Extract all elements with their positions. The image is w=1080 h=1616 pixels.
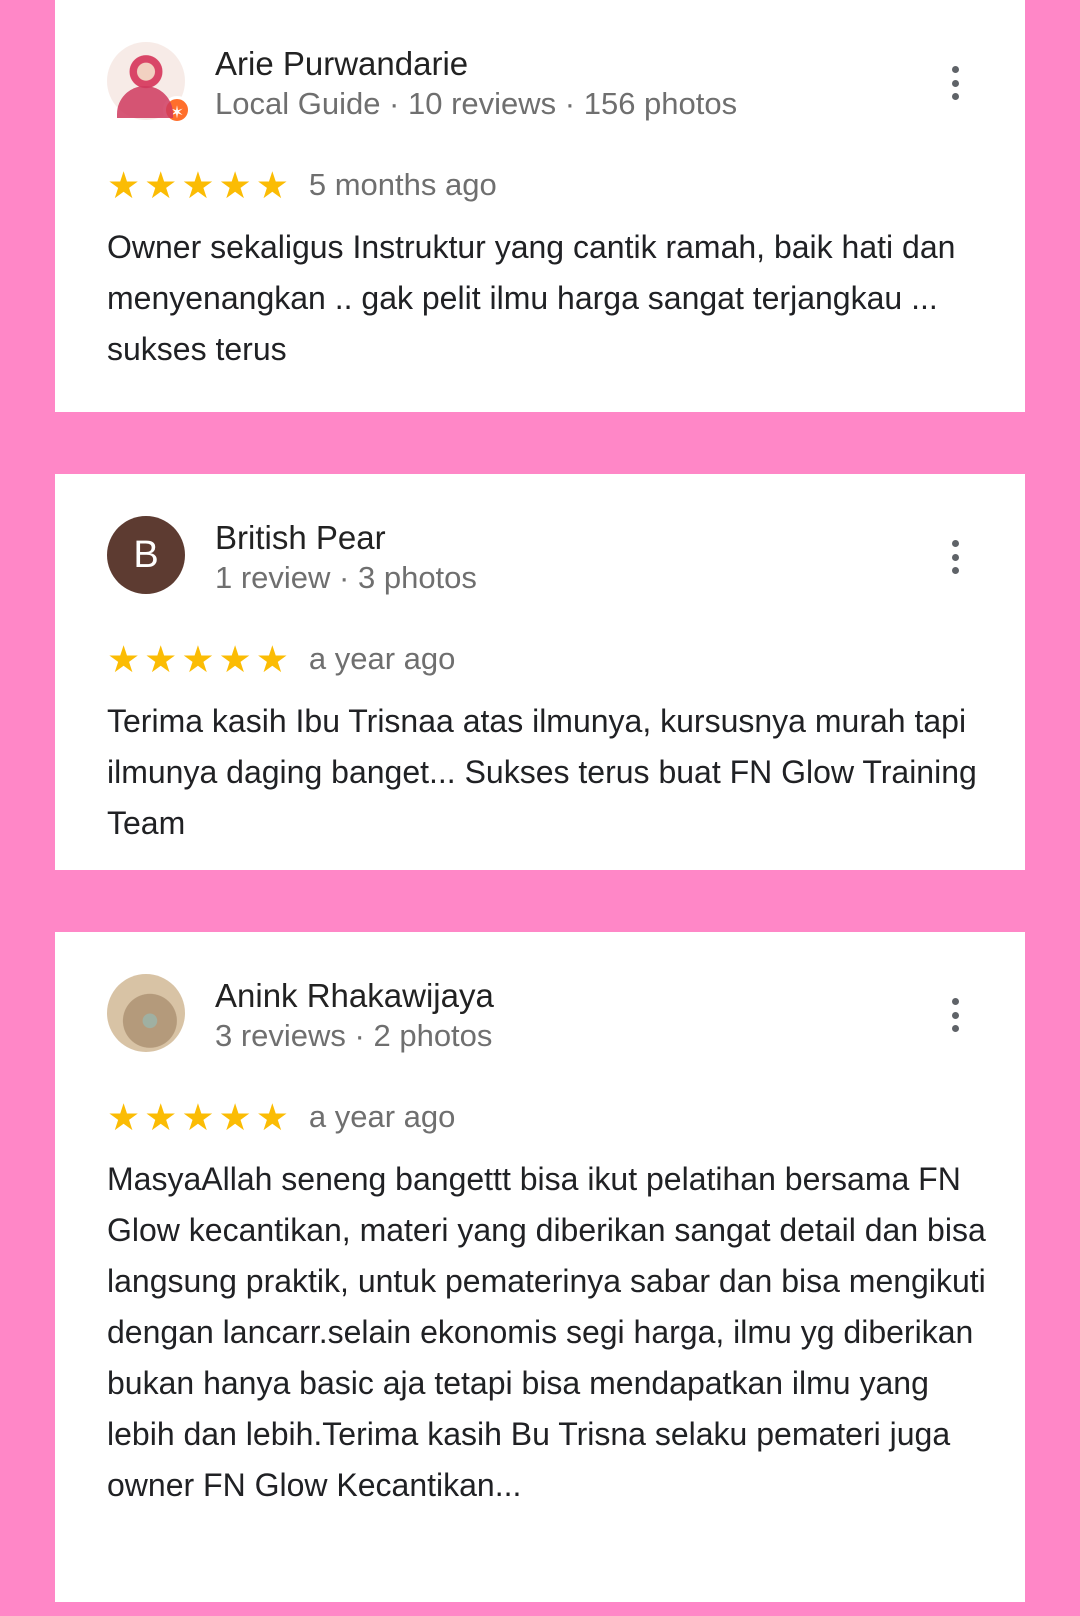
rating-row: ★ ★ ★ ★ ★ a year ago	[107, 1097, 455, 1137]
reviewer-name[interactable]: British Pear	[215, 519, 386, 557]
reviewer-meta: 1 review · 3 photos	[215, 560, 477, 595]
star-icon: ★	[255, 164, 289, 206]
star-icon: ★	[107, 164, 141, 206]
star-icon: ★	[218, 638, 252, 680]
review-text: MasyaAllah seneng bangettt bisa ikut pel…	[107, 1161, 986, 1503]
star-icon: ★	[218, 1096, 252, 1138]
more-options-icon[interactable]	[943, 998, 967, 1032]
review-card: B British Pear 1 review · 3 photos ★ ★ ★…	[55, 474, 1025, 870]
avatar[interactable]: ✶	[107, 42, 191, 124]
star-icon: ★	[255, 638, 289, 680]
more-options-icon[interactable]	[943, 66, 967, 100]
avatar[interactable]	[107, 974, 185, 1052]
star-icon: ★	[181, 638, 215, 680]
rating-row: ★ ★ ★ ★ ★ 5 months ago	[107, 165, 497, 205]
star-icon: ★	[107, 1096, 141, 1138]
review-text: Terima kasih Ibu Trisnaa atas ilmunya, k…	[107, 703, 977, 841]
review-card: Anink Rhakawijaya 3 reviews · 2 photos ★…	[55, 932, 1025, 1602]
reviewer-meta: Local Guide · 10 reviews · 156 photos	[215, 86, 738, 121]
star-rating: ★ ★ ★ ★ ★	[107, 167, 289, 204]
local-guide-badge-icon: ✶	[163, 96, 191, 124]
reviewer-meta: 3 reviews · 2 photos	[215, 1018, 493, 1053]
star-icon: ★	[107, 638, 141, 680]
review-time: a year ago	[308, 641, 456, 676]
star-rating: ★ ★ ★ ★ ★	[107, 1099, 289, 1136]
avatar[interactable]: B	[107, 516, 185, 594]
review-time: a year ago	[308, 1099, 456, 1134]
reviewer-name[interactable]: Anink Rhakawijaya	[215, 977, 494, 1015]
reviewer-name[interactable]: Arie Purwandarie	[215, 45, 468, 83]
rating-row: ★ ★ ★ ★ ★ a year ago	[107, 639, 455, 679]
star-icon: ★	[255, 1096, 289, 1138]
review-time: 5 months ago	[308, 167, 497, 202]
review-card: ✶ Arie Purwandarie Local Guide · 10 revi…	[55, 0, 1025, 412]
star-icon: ★	[144, 164, 178, 206]
review-text: Owner sekaligus Instruktur yang cantik r…	[107, 229, 956, 367]
star-icon: ★	[181, 164, 215, 206]
star-icon: ★	[218, 164, 252, 206]
star-icon: ★	[181, 1096, 215, 1138]
more-options-icon[interactable]	[943, 540, 967, 574]
star-rating: ★ ★ ★ ★ ★	[107, 641, 289, 678]
star-icon: ★	[144, 1096, 178, 1138]
star-icon: ★	[144, 638, 178, 680]
